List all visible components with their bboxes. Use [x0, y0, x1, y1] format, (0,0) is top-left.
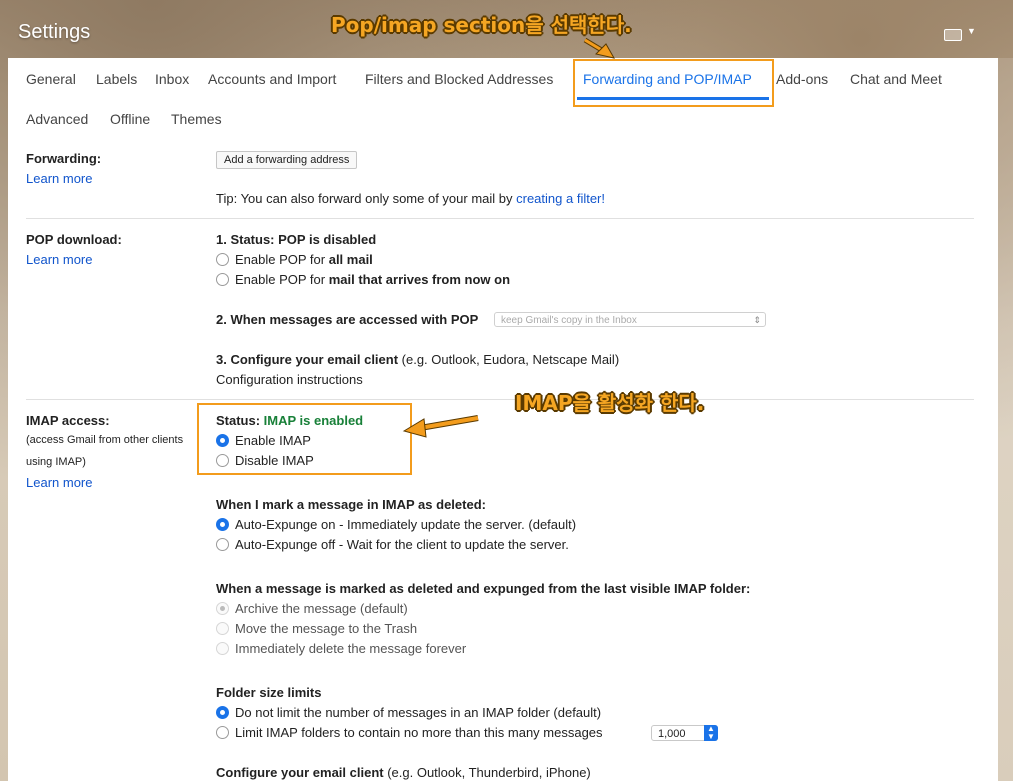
- tab-highlight-box: [573, 59, 774, 107]
- forwarding-learn-more-link[interactable]: Learn more: [26, 171, 92, 186]
- delete-forever-label: Immediately delete the message forever: [235, 641, 467, 656]
- folder-limit-value: 1,000: [658, 728, 686, 740]
- tab-filters-and-blocked-addresses[interactable]: Filters and Blocked Addresses: [365, 71, 553, 87]
- tip-text: Tip: You can also forward only some of y…: [216, 191, 517, 206]
- auto-expunge-off-label: Auto-Expunge off - Wait for the client t…: [235, 537, 569, 552]
- delete-forever-radio[interactable]: [216, 642, 229, 655]
- add-forwarding-address-button[interactable]: Add a forwarding address: [216, 151, 358, 169]
- move-to-trash-label: Move the message to the Trash: [235, 621, 418, 636]
- tab-advanced[interactable]: Advanced: [26, 111, 88, 127]
- pop-all-mail-radio[interactable]: [216, 253, 229, 266]
- pop-from-now-label: Enable POP for mail that arrives from no…: [235, 272, 510, 287]
- imap-description-line1: (access Gmail from other clients: [26, 434, 184, 446]
- tab-add-ons[interactable]: Add-ons: [776, 71, 828, 87]
- settings-panel: [8, 58, 998, 781]
- pop-when-accessed: 2. When messages are accessed with POP: [216, 312, 479, 327]
- imap-description-line2: using IMAP): [26, 456, 86, 468]
- auto-expunge-off-radio[interactable]: [216, 538, 229, 551]
- archive-message-radio[interactable]: [216, 602, 229, 615]
- no-limit-label: Do not limit the number of messages in a…: [235, 705, 602, 720]
- section-divider: [26, 399, 974, 400]
- archive-message-label: Archive the message (default): [235, 601, 408, 616]
- tab-themes[interactable]: Themes: [171, 111, 222, 127]
- folder-limit-select[interactable]: 1,000 ▲ ▼: [651, 725, 718, 741]
- pop-all-bold: all mail: [328, 252, 373, 267]
- pop-download-label: POP download:: [26, 232, 122, 247]
- limit-folders-label: Limit IMAP folders to contain no more th…: [235, 725, 603, 740]
- imap-configure-rest: (e.g. Outlook, Thunderbird, iPhone): [383, 765, 591, 780]
- imap-learn-more-link[interactable]: Learn more: [26, 475, 92, 490]
- imap-configure-bold: Configure your email client: [216, 765, 384, 780]
- forwarding-tip: Tip: You can also forward only some of y…: [216, 191, 605, 206]
- pop-all-mail-label: Enable POP for all mail: [235, 252, 373, 267]
- pop-all-prefix: Enable POP for: [235, 252, 329, 267]
- select-arrows-icon: ⇕: [753, 315, 761, 325]
- page-title: Settings: [18, 21, 91, 43]
- pop-configure: 3. Configure your email client (e.g. Out…: [216, 352, 619, 367]
- scroll-track[interactable]: [998, 58, 1013, 781]
- limit-folders-radio[interactable]: [216, 726, 229, 739]
- pop-from-now-radio[interactable]: [216, 273, 229, 286]
- tab-inbox[interactable]: Inbox: [155, 71, 189, 87]
- folder-size-heading: Folder size limits: [216, 685, 322, 700]
- tab-accounts-and-import[interactable]: Accounts and Import: [208, 71, 336, 87]
- pop-now-bold: mail that arrives from now on: [328, 272, 511, 287]
- pop-action-select[interactable]: keep Gmail's copy in the Inbox ⇕: [494, 312, 766, 327]
- keyboard-icon[interactable]: [944, 29, 962, 41]
- tab-chat-and-meet[interactable]: Chat and Meet: [850, 71, 942, 87]
- imap-annotation-text: IMAP을 활성화 한다.: [515, 391, 705, 415]
- pop-status: 1. Status: POP is disabled: [216, 232, 377, 247]
- creating-filter-link[interactable]: creating a filter!: [516, 191, 605, 206]
- configuration-instructions-link[interactable]: Configuration instructions: [216, 372, 363, 387]
- section-divider: [26, 218, 974, 219]
- chevron-down-icon[interactable]: ▼: [967, 26, 976, 36]
- pop-learn-more-link[interactable]: Learn more: [26, 252, 92, 267]
- imap-access-label: IMAP access:: [26, 413, 110, 428]
- forwarding-label: Forwarding:: [26, 151, 102, 166]
- imap-expunged-heading: When a message is marked as deleted and …: [216, 581, 751, 596]
- tab-annotation-text: Pop/imap section을 선택한다.: [331, 13, 632, 37]
- pop-now-prefix: Enable POP for: [235, 272, 329, 287]
- pop-select-value: keep Gmail's copy in the Inbox: [501, 315, 637, 326]
- auto-expunge-on-label: Auto-Expunge on - Immediately update the…: [235, 517, 577, 532]
- stepper-arrows-icon: ▲ ▼: [704, 725, 718, 741]
- tab-general[interactable]: General: [26, 71, 76, 87]
- pop-configure-rest: (e.g. Outlook, Eudora, Netscape Mail): [398, 352, 620, 367]
- pop-configure-bold: 3. Configure your email client: [216, 352, 399, 367]
- move-to-trash-radio[interactable]: [216, 622, 229, 635]
- imap-configure: Configure your email client (e.g. Outloo…: [216, 765, 591, 780]
- imap-deleted-heading: When I mark a message in IMAP as deleted…: [216, 497, 486, 512]
- no-limit-radio[interactable]: [216, 706, 229, 719]
- tab-offline[interactable]: Offline: [110, 111, 150, 127]
- imap-highlight-box: [197, 403, 412, 475]
- tab-labels[interactable]: Labels: [96, 71, 137, 87]
- auto-expunge-on-radio[interactable]: [216, 518, 229, 531]
